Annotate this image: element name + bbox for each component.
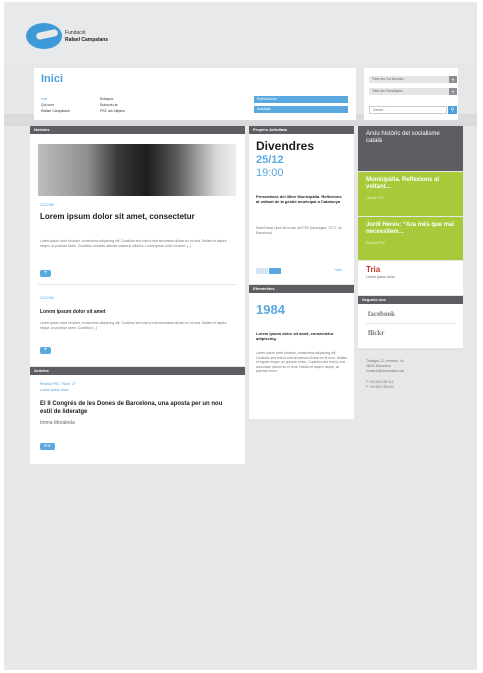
search-icon[interactable]: ⚲ — [448, 106, 457, 114]
chevron-down-icon[interactable]: ▾ — [449, 88, 457, 95]
nav-link-rafael[interactable]: Rafael Campalans — [41, 109, 70, 113]
article-title[interactable]: El II Congrés de les Dones de Barcelona,… — [40, 401, 230, 416]
follow-header: Segueix-nos — [358, 296, 463, 304]
event-place: Sala Ernest Lluch de la seu del PSC (Nic… — [256, 226, 342, 235]
ephemerides-header: Efemèrides — [249, 285, 354, 293]
logo-icon[interactable] — [26, 23, 62, 49]
news-excerpt: Lorem ipsum dolor sit amet, consectetur … — [40, 239, 227, 248]
news-date: 12/12/08 — [40, 203, 54, 207]
tria-subtitle: Lorem ipsum dolor — [366, 275, 395, 279]
ephemerides-title[interactable]: Lorem ipsum dolor sit amet, consectetur … — [256, 331, 348, 341]
top-nav: Inici Inici Qui som Rafael Campalans Enl… — [34, 68, 356, 120]
news-title[interactable]: Lorem ipsum dolor sit amet, consectetur — [40, 212, 200, 221]
address-line: 08010 Barcelona — [366, 364, 391, 368]
magazine-subtitle: Revista FRC — [366, 241, 386, 245]
archive-title: Arxiu històric del socialisme català — [366, 131, 440, 144]
more-info-link[interactable]: +info — [334, 268, 342, 272]
nav-link-inici[interactable]: Inici — [41, 97, 47, 101]
pdf-button[interactable]: PDF — [40, 443, 55, 450]
news-date: 12/12/08 — [40, 296, 54, 300]
divider — [38, 284, 236, 285]
events-panel: Propers Activitats Divendres 25/12 19:00… — [249, 126, 354, 284]
page-title: Inici — [41, 73, 64, 85]
nav-link-qui-som[interactable]: Qui som — [41, 103, 54, 107]
article-meta: Lorem ipsum dolor — [40, 388, 69, 392]
news-photo[interactable] — [38, 144, 236, 196]
events-header: Propers Activitats — [249, 126, 354, 134]
org-name-line1: Fundació — [65, 30, 86, 36]
search-panel: Totes les Col·leccions ▾ Totes les Temàt… — [364, 68, 458, 120]
book-title: Municipàlia. Reflexions al voltant... — [366, 177, 440, 190]
nav-link-subscriu[interactable]: Subscriu-te — [100, 103, 118, 107]
collections-select[interactable]: Totes les Col·leccions — [369, 76, 449, 83]
article-author: Imma Moraleda — [40, 420, 75, 426]
book-subtitle: Llibres FRC — [366, 196, 385, 200]
topics-select[interactable]: Totes les Temàtiques — [369, 88, 449, 95]
articles-panel: Articles Revista FRC / Núm. 27 Lorem ips… — [30, 367, 245, 464]
news-excerpt: Lorem ipsum dolor sit amet, consectetur … — [40, 321, 227, 330]
articles-header: Articles — [30, 367, 245, 375]
nav-link-enllacos[interactable]: Enllaços — [100, 97, 113, 101]
magazine-title: Jordi Hereu: “Ara més que mai necessitem… — [366, 222, 455, 235]
flickr-link[interactable]: flickr — [368, 329, 384, 337]
nav-link-mitjans[interactable]: FRC als mitjans — [100, 109, 125, 113]
ephemerides-year: 1984 — [256, 302, 285, 317]
contact-panel: Trafalgar, 12, entresòl, 1a 08010 Barcel… — [358, 349, 463, 405]
tria-title: Tria — [366, 265, 381, 274]
event-title[interactable]: Presentació del llibre Municipàlia. Refl… — [256, 194, 346, 204]
facebook-link[interactable]: facebook — [368, 310, 395, 318]
event-day: Divendres — [256, 139, 315, 153]
search-input[interactable]: Cercar... — [369, 106, 447, 114]
page: Fundació Rafael Campalans Inici Inici Qu… — [4, 2, 477, 670]
event-time: 19:00 — [256, 167, 284, 179]
email-link[interactable]: fundacio@fcampalans.cat — [366, 369, 404, 374]
article-meta: Revista FRC / Núm. 27 — [40, 382, 76, 386]
divider — [366, 323, 456, 324]
ephemerides-body: Lorem ipsum dolor sit amet, consectetur … — [256, 351, 348, 374]
address-line: Trafalgar, 12, entresòl, 1a — [366, 359, 404, 363]
news-header: Notícies — [30, 126, 245, 134]
org-name-line2: Rafael Campalans — [65, 37, 109, 43]
tria-tile[interactable]: Tria Lorem ipsum dolor — [358, 261, 463, 295]
news-title[interactable]: Lorem ipsum dolor sit amet — [40, 309, 230, 315]
event-date: 25/12 — [256, 154, 284, 166]
more-button[interactable]: + — [40, 270, 51, 277]
book-tile[interactable]: Municipàlia. Reflexions al voltant... Ll… — [358, 172, 463, 216]
social-panel: Segueix-nos facebook flickr — [358, 296, 463, 348]
activities-button[interactable]: Activitats — [254, 106, 348, 113]
ephemerides-panel: Efemèrides 1984 Lorem ipsum dolor sit am… — [249, 285, 354, 419]
next-button[interactable] — [269, 268, 281, 274]
more-button[interactable]: + — [40, 347, 51, 354]
fax-line: F +34 933 199 844 — [366, 385, 394, 389]
phone-line: T +34 933 195 412 — [366, 380, 394, 384]
archive-tile[interactable]: Arxiu històric del socialisme català — [358, 126, 463, 171]
news-panel: Notícies 12/12/08 Lorem ipsum dolor sit … — [30, 126, 245, 366]
chevron-down-icon[interactable]: ▾ — [449, 76, 457, 83]
magazine-tile[interactable]: Jordi Hereu: “Ara més que mai necessitem… — [358, 217, 463, 260]
site-header: Fundació Rafael Campalans — [4, 2, 477, 62]
publications-button[interactable]: Publicacions — [254, 96, 348, 103]
prev-button[interactable] — [256, 268, 268, 274]
